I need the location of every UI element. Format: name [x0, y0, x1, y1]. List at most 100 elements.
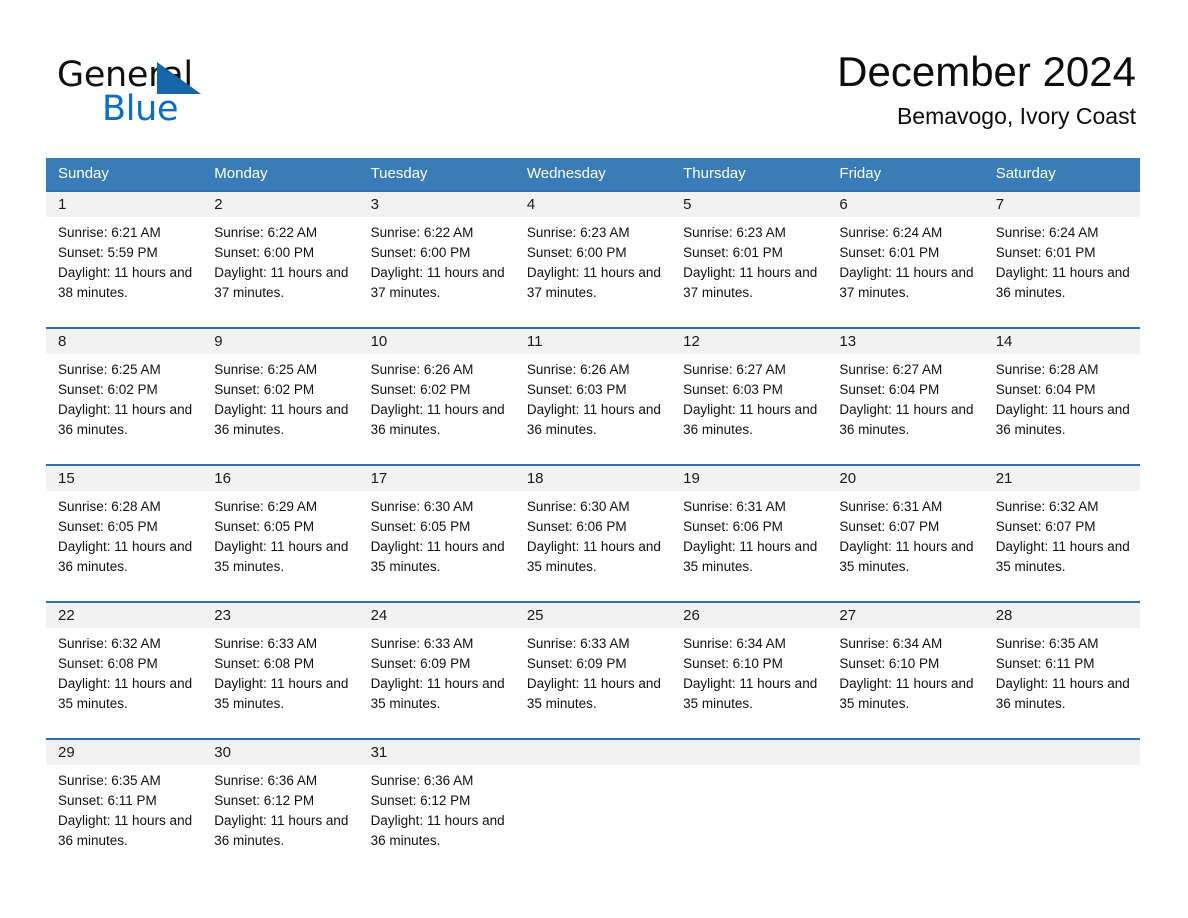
day-cell[interactable]: 31 Sunrise: 6:36 AM Sunset: 6:12 PM Dayl…	[358, 740, 515, 875]
day-cell[interactable]: 22 Sunrise: 6:32 AM Sunset: 6:08 PM Dayl…	[46, 603, 203, 738]
weekday-wednesday: Wednesday	[526, 165, 606, 182]
sunrise-text: Sunrise: 6:36 AM	[370, 773, 474, 788]
sunset-text: Sunset: 6:00 PM	[526, 245, 627, 260]
weekday-saturday: Saturday	[995, 165, 1056, 182]
sunset-text: Sunset: 6:09 PM	[526, 656, 627, 671]
calendar-week-row: 1 Sunrise: 6:21 AM Sunset: 5:59 PM Dayli…	[46, 190, 1140, 327]
daylight-text: Daylight: 11 hours and 36 minutes.	[526, 402, 661, 437]
day-info: Sunrise: 6:31 AM Sunset: 6:06 PM Dayligh…	[671, 491, 827, 577]
day-cell[interactable]: 20 Sunrise: 6:31 AM Sunset: 6:07 PM Dayl…	[827, 466, 984, 601]
day-number: 31	[358, 740, 515, 765]
day-cell[interactable]: 19 Sunrise: 6:31 AM Sunset: 6:06 PM Dayl…	[671, 466, 828, 601]
weekday-header-row: Sunday Monday Tuesday Wednesday Thursday…	[46, 158, 1140, 190]
day-cell[interactable]: 10 Sunrise: 6:26 AM Sunset: 6:02 PM Dayl…	[358, 329, 515, 464]
day-number: 17	[358, 466, 515, 491]
day-cell[interactable]: 25 Sunrise: 6:33 AM Sunset: 6:09 PM Dayl…	[514, 603, 672, 738]
sunrise-text: Sunrise: 6:27 AM	[683, 362, 786, 377]
day-cell[interactable]: 17 Sunrise: 6:30 AM Sunset: 6:05 PM Dayl…	[358, 466, 515, 601]
day-info: Sunrise: 6:30 AM Sunset: 6:05 PM Dayligh…	[359, 491, 515, 577]
sunset-text: Sunset: 6:04 PM	[839, 382, 940, 397]
day-cell[interactable]: 27 Sunrise: 6:34 AM Sunset: 6:10 PM Dayl…	[827, 603, 984, 738]
calendar-week-row: 8 Sunrise: 6:25 AM Sunset: 6:02 PM Dayli…	[46, 327, 1140, 464]
day-cell[interactable]: 15 Sunrise: 6:28 AM Sunset: 6:05 PM Dayl…	[46, 466, 203, 601]
sunrise-text: Sunrise: 6:35 AM	[58, 773, 161, 788]
day-info: Sunrise: 6:25 AM Sunset: 6:02 PM Dayligh…	[46, 354, 202, 440]
sunrise-text: Sunrise: 6:33 AM	[370, 636, 474, 651]
day-info: Sunrise: 6:28 AM Sunset: 6:05 PM Dayligh…	[46, 491, 202, 577]
sunset-text: Sunset: 6:00 PM	[370, 245, 471, 260]
day-info: Sunrise: 6:30 AM Sunset: 6:06 PM Dayligh…	[515, 491, 671, 577]
day-info: Sunrise: 6:21 AM Sunset: 5:59 PM Dayligh…	[46, 217, 202, 303]
day-cell[interactable]: 11 Sunrise: 6:26 AM Sunset: 6:03 PM Dayl…	[514, 329, 672, 464]
sunset-text: Sunset: 6:09 PM	[370, 656, 471, 671]
day-cell[interactable]: 23 Sunrise: 6:33 AM Sunset: 6:08 PM Dayl…	[202, 603, 359, 738]
weekday-sunday: Sunday	[58, 165, 109, 182]
day-info: Sunrise: 6:32 AM Sunset: 6:07 PM Dayligh…	[984, 491, 1140, 577]
sunset-text: Sunset: 6:01 PM	[683, 245, 783, 260]
daylight-text: Daylight: 11 hours and 36 minutes.	[995, 402, 1130, 437]
sunrise-text: Sunrise: 6:33 AM	[526, 636, 630, 651]
logo-text-blue: Blue	[102, 89, 179, 129]
day-info: Sunrise: 6:25 AM Sunset: 6:02 PM Dayligh…	[202, 354, 358, 440]
day-cell[interactable]: 30 Sunrise: 6:36 AM Sunset: 6:12 PM Dayl…	[202, 740, 359, 875]
day-info: Sunrise: 6:22 AM Sunset: 6:00 PM Dayligh…	[202, 217, 358, 303]
day-number: 6	[827, 192, 984, 217]
daylight-text: Daylight: 11 hours and 36 minutes.	[995, 265, 1130, 300]
day-cell[interactable]: 9 Sunrise: 6:25 AM Sunset: 6:02 PM Dayli…	[202, 329, 359, 464]
sunrise-text: Sunrise: 6:32 AM	[995, 499, 1099, 514]
day-info: Sunrise: 6:36 AM Sunset: 6:12 PM Dayligh…	[359, 765, 515, 851]
calendar-week-row: 22 Sunrise: 6:32 AM Sunset: 6:08 PM Dayl…	[46, 601, 1140, 738]
daylight-text: Daylight: 11 hours and 35 minutes.	[58, 676, 193, 711]
day-cell-empty	[671, 740, 828, 875]
day-cell[interactable]: 14 Sunrise: 6:28 AM Sunset: 6:04 PM Dayl…	[983, 329, 1140, 464]
sunset-text: Sunset: 6:03 PM	[683, 382, 783, 397]
sunset-text: Sunset: 6:07 PM	[839, 519, 940, 534]
day-cell[interactable]: 5 Sunrise: 6:23 AM Sunset: 6:01 PM Dayli…	[671, 192, 828, 327]
day-number: 23	[202, 603, 359, 628]
day-cell[interactable]: 21 Sunrise: 6:32 AM Sunset: 6:07 PM Dayl…	[983, 466, 1140, 601]
day-cell[interactable]: 2 Sunrise: 6:22 AM Sunset: 6:00 PM Dayli…	[202, 192, 359, 327]
sunrise-text: Sunrise: 6:29 AM	[214, 499, 318, 514]
day-cell[interactable]: 4 Sunrise: 6:23 AM Sunset: 6:00 PM Dayli…	[514, 192, 672, 327]
day-number: 3	[358, 192, 515, 217]
day-cell[interactable]: 13 Sunrise: 6:27 AM Sunset: 6:04 PM Dayl…	[827, 329, 984, 464]
daylight-text: Daylight: 11 hours and 35 minutes.	[839, 539, 974, 574]
day-info: Sunrise: 6:24 AM Sunset: 6:01 PM Dayligh…	[984, 217, 1140, 303]
day-info: Sunrise: 6:29 AM Sunset: 6:05 PM Dayligh…	[202, 491, 358, 577]
sunrise-text: Sunrise: 6:28 AM	[995, 362, 1099, 377]
daylight-text: Daylight: 11 hours and 36 minutes.	[58, 813, 193, 848]
day-number	[983, 740, 1140, 765]
daylight-text: Daylight: 11 hours and 37 minutes.	[683, 265, 818, 300]
day-cell[interactable]: 8 Sunrise: 6:25 AM Sunset: 6:02 PM Dayli…	[46, 329, 203, 464]
sunrise-text: Sunrise: 6:27 AM	[839, 362, 943, 377]
day-cell-empty	[827, 740, 984, 875]
day-cell[interactable]: 12 Sunrise: 6:27 AM Sunset: 6:03 PM Dayl…	[671, 329, 828, 464]
day-number	[671, 740, 828, 765]
daylight-text: Daylight: 11 hours and 35 minutes.	[370, 539, 505, 574]
day-cell[interactable]: 6 Sunrise: 6:24 AM Sunset: 6:01 PM Dayli…	[827, 192, 984, 327]
day-cell[interactable]: 26 Sunrise: 6:34 AM Sunset: 6:10 PM Dayl…	[671, 603, 828, 738]
day-cell[interactable]: 7 Sunrise: 6:24 AM Sunset: 6:01 PM Dayli…	[983, 192, 1140, 327]
sunset-text: Sunset: 6:08 PM	[214, 656, 315, 671]
weekday-friday: Friday	[839, 165, 882, 182]
day-cell[interactable]: 29 Sunrise: 6:35 AM Sunset: 6:11 PM Dayl…	[46, 740, 203, 875]
daylight-text: Daylight: 11 hours and 35 minutes.	[995, 539, 1130, 574]
title-block: December 2024 Bemavogo, Ivory Coast	[837, 46, 1136, 130]
day-cell[interactable]: 18 Sunrise: 6:30 AM Sunset: 6:06 PM Dayl…	[514, 466, 672, 601]
day-number: 14	[983, 329, 1140, 354]
daylight-text: Daylight: 11 hours and 35 minutes.	[214, 676, 349, 711]
day-cell[interactable]: 24 Sunrise: 6:33 AM Sunset: 6:09 PM Dayl…	[358, 603, 515, 738]
day-number: 4	[514, 192, 672, 217]
sunrise-text: Sunrise: 6:22 AM	[214, 225, 318, 240]
sunrise-text: Sunrise: 6:22 AM	[370, 225, 474, 240]
sunset-text: Sunset: 6:03 PM	[526, 382, 627, 397]
sunset-text: Sunset: 6:05 PM	[214, 519, 315, 534]
sunrise-text: Sunrise: 6:24 AM	[839, 225, 943, 240]
day-cell[interactable]: 3 Sunrise: 6:22 AM Sunset: 6:00 PM Dayli…	[358, 192, 515, 327]
day-cell[interactable]: 16 Sunrise: 6:29 AM Sunset: 6:05 PM Dayl…	[202, 466, 359, 601]
day-cell[interactable]: 1 Sunrise: 6:21 AM Sunset: 5:59 PM Dayli…	[46, 192, 203, 327]
sunset-text: Sunset: 6:05 PM	[58, 519, 158, 534]
sunset-text: Sunset: 6:06 PM	[683, 519, 783, 534]
day-cell[interactable]: 28 Sunrise: 6:35 AM Sunset: 6:11 PM Dayl…	[983, 603, 1140, 738]
sunset-text: Sunset: 6:10 PM	[683, 656, 783, 671]
